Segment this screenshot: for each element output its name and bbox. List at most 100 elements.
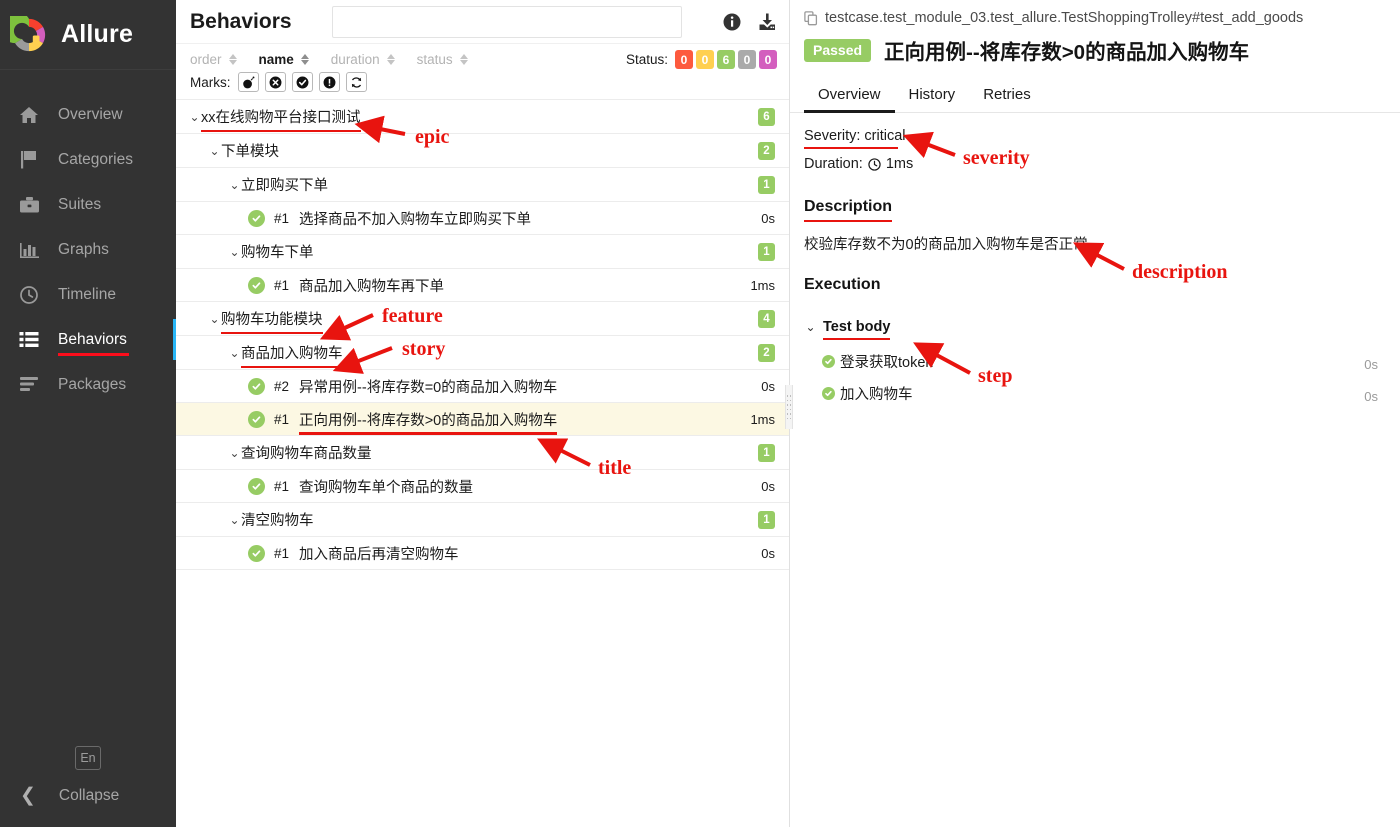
tree-test-row[interactable]: #1 查询购物车单个商品的数量 0s <box>176 470 789 503</box>
sidebar-item-suites[interactable]: Suites <box>0 182 176 227</box>
step-row[interactable]: 登录获取token 0s <box>804 345 1386 377</box>
sort-label: status <box>416 52 453 67</box>
tab-history[interactable]: History <box>895 79 970 112</box>
tree-group-story[interactable]: ⌄ 清空购物车 1 <box>176 503 789 537</box>
tree-test-row-selected[interactable]: #1 正向用例--将库存数>0的商品加入购物车 1ms <box>176 403 789 436</box>
sidebar-item-graphs[interactable]: Graphs <box>0 227 176 272</box>
test-title: 正向用例--将库存数>0的商品加入购物车 <box>884 41 1250 64</box>
chevron-down-icon[interactable]: ⌄ <box>228 514 241 526</box>
test-name: 正向用例--将库存数>0的商品加入购物车 <box>299 409 558 435</box>
layers-icon <box>16 374 42 396</box>
tree-count-badge: 2 <box>758 343 775 362</box>
sort-label: duration <box>330 52 380 67</box>
tree-group-label: 购物车功能模块 <box>221 308 323 334</box>
chevron-left-icon: ❮ <box>20 785 36 806</box>
status-badge-skipped[interactable]: 0 <box>738 50 756 69</box>
language-button[interactable]: En <box>75 746 101 770</box>
detail-body: Severity: critical Duration: 1ms Descrip… <box>790 113 1400 827</box>
tab-retries[interactable]: Retries <box>969 79 1045 112</box>
tree-count-badge: 1 <box>758 242 775 261</box>
execution-heading: Execution <box>804 276 881 293</box>
behaviors-header: Behaviors <box>176 0 789 44</box>
page-title: Behaviors <box>190 9 292 33</box>
briefcase-icon <box>16 194 42 216</box>
tree-count-badge: 6 <box>758 107 775 126</box>
sort-duration[interactable]: duration <box>331 52 395 67</box>
collapse-button[interactable]: ❮ Collapse <box>0 786 176 805</box>
test-body-label: Test body <box>823 319 891 340</box>
pane-splitter-handle[interactable] <box>785 385 793 429</box>
chevron-down-icon[interactable]: ⌄ <box>188 111 201 123</box>
tree-count-badge: 1 <box>758 510 775 529</box>
status-badge-passed[interactable]: 6 <box>717 50 735 69</box>
header-actions <box>723 13 777 31</box>
sidebar-item-packages[interactable]: Packages <box>0 362 176 407</box>
retry-icon[interactable] <box>345 72 367 92</box>
sort-order[interactable]: order <box>190 52 237 67</box>
behaviors-pane: Behaviors order name duration status Sta… <box>176 0 793 827</box>
status-filter-label: Status: <box>625 52 668 67</box>
sidebar-item-label: Overview <box>58 105 123 123</box>
tree-test-row[interactable]: #1 加入商品后再清空购物车 0s <box>176 537 789 570</box>
tree-group-story[interactable]: ⌄ 购物车下单 1 <box>176 235 789 269</box>
sidebar-item-overview[interactable]: Overview <box>0 92 176 137</box>
passed-status-icon <box>248 276 265 294</box>
test-duration: 1ms <box>750 411 775 427</box>
chevron-down-icon[interactable]: ⌄ <box>208 313 221 325</box>
test-order: #1 <box>274 277 290 293</box>
allure-logo-icon <box>0 10 48 54</box>
sort-label: order <box>190 52 222 67</box>
tree-group-feature[interactable]: ⌄ 下单模块 2 <box>176 134 789 168</box>
description-section: Description 校验库存数不为0的商品加入购物车是否正常 <box>804 184 1386 254</box>
home-icon <box>16 104 42 126</box>
copy-icon[interactable] <box>804 10 818 26</box>
tab-overview[interactable]: Overview <box>804 79 895 113</box>
tree-test-row[interactable]: #2 异常用例--将库存数=0的商品加入购物车 0s <box>176 370 789 403</box>
passed-status-icon <box>822 386 835 400</box>
sort-bar: order name duration status Status: 0 0 6… <box>176 44 789 72</box>
passed-mark-icon[interactable] <box>291 72 313 92</box>
tree-group-epic[interactable]: ⌄ xx在线购物平台接口测试 6 <box>176 100 789 134</box>
status-badge-failed[interactable]: 0 <box>675 50 693 69</box>
duration-value: 1ms <box>885 156 914 172</box>
brand-header[interactable]: Allure <box>0 0 176 70</box>
step-name: 登录获取token <box>840 354 934 371</box>
info-icon[interactable] <box>723 13 741 31</box>
sort-name[interactable]: name <box>259 52 309 67</box>
chevron-down-icon[interactable]: ⌄ <box>228 347 241 359</box>
chevron-down-icon[interactable]: ⌄ <box>228 447 241 459</box>
tree-group-feature[interactable]: ⌄ 购物车功能模块 4 <box>176 302 789 336</box>
info-mark-icon[interactable] <box>318 72 340 92</box>
cancelled-icon[interactable] <box>264 72 286 92</box>
search-input[interactable] <box>332 5 683 38</box>
test-duration: 0s <box>761 478 775 494</box>
tree-test-row[interactable]: #1 商品加入购物车再下单 1ms <box>176 269 789 302</box>
sort-arrows-icon <box>228 54 237 65</box>
test-name: 选择商品不加入购物车立即购买下单 <box>299 211 532 228</box>
test-body-toggle[interactable]: ⌄ Test body <box>804 319 1386 340</box>
sort-status[interactable]: status <box>417 52 468 67</box>
chevron-down-icon[interactable]: ⌄ <box>228 179 241 191</box>
sidebar-item-timeline[interactable]: Timeline <box>0 272 176 317</box>
flaky-icon[interactable] <box>237 72 259 92</box>
sidebar-item-categories[interactable]: Categories <box>0 137 176 182</box>
tree-group-story[interactable]: ⌄ 商品加入购物车 2 <box>176 336 789 370</box>
sidebar-item-behaviors[interactable]: Behaviors <box>0 317 176 362</box>
tree-count-badge: 4 <box>758 309 775 328</box>
status-badge-unknown[interactable]: 0 <box>759 50 777 69</box>
chevron-down-icon[interactable]: ⌄ <box>804 321 817 333</box>
tree-group-story[interactable]: ⌄ 立即购买下单 1 <box>176 168 789 202</box>
brand-name: Allure <box>61 20 134 48</box>
passed-status-icon <box>248 477 265 495</box>
step-row[interactable]: 加入购物车 0s <box>804 377 1386 409</box>
tree-test-row[interactable]: #1 选择商品不加入购物车立即购买下单 0s <box>176 202 789 235</box>
download-icon[interactable] <box>757 13 777 31</box>
description-text: 校验库存数不为0的商品加入购物车是否正常 <box>804 237 1088 253</box>
status-filter-badges: 0 0 6 0 0 <box>675 50 777 69</box>
tree-group-story[interactable]: ⌄ 查询购物车商品数量 1 <box>176 436 789 470</box>
chevron-down-icon[interactable]: ⌄ <box>228 246 241 258</box>
status-badge-broken[interactable]: 0 <box>696 50 714 69</box>
chevron-down-icon[interactable]: ⌄ <box>208 145 221 157</box>
step-name: 加入购物车 <box>840 386 913 403</box>
tree-group-label: 下单模块 <box>221 144 279 160</box>
